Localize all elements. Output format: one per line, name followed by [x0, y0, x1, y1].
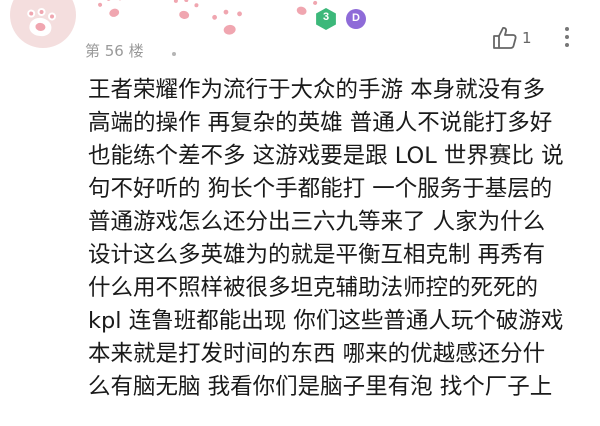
- like-count: 1: [522, 29, 532, 47]
- comment-body: 王者荣耀作为流行于大众的手游 本身就没有多 高端的操作 再复杂的英雄 普通人不说…: [88, 74, 588, 404]
- comment-line: 么有脑无脑 我看你们是脑子里有泡 找个厂子上: [88, 374, 553, 400]
- comment-line: 什么用不照样被很多坦克辅助法师控的死死的: [88, 275, 539, 301]
- vip-mark: D: [352, 12, 360, 24]
- comment-line: 句不好听的 狗长个手都能打 一个服务于基层的: [88, 176, 553, 202]
- more-vertical-icon: [565, 27, 569, 31]
- separator-dot: [172, 52, 176, 56]
- more-vertical-icon: [565, 35, 569, 39]
- paw-icon: [92, 0, 134, 29]
- comment-line: kpl 连鲁班都能出现 你们这些普通人玩个破游戏: [88, 308, 564, 334]
- paw-icon: [22, 6, 60, 40]
- level-badge: 3: [315, 8, 337, 30]
- floor-label: 第 56 楼: [85, 42, 144, 60]
- paw-icon: [165, 0, 204, 29]
- comment-line: 设计这么多英雄为的就是平衡互相克制 再秀有: [88, 242, 546, 268]
- level-number: 3: [322, 11, 330, 23]
- comment-line: 高端的操作 再复杂的英雄 普通人不说能打多好: [88, 110, 553, 136]
- comment-line: 普通游戏怎么还分出三六九等来了 人家为什么: [88, 209, 546, 235]
- vip-badge: D: [346, 9, 366, 29]
- more-menu-button[interactable]: [558, 24, 576, 50]
- comment-line: 本来就是打发时间的东西 哪来的优越感还分什: [88, 341, 546, 367]
- thumbs-up-icon: [493, 27, 517, 49]
- comment-header: 3 D 第 56 楼 1: [0, 0, 600, 70]
- more-vertical-icon: [565, 43, 569, 47]
- paw-icon: [206, 4, 251, 45]
- comment-line: 王者荣耀作为流行于大众的手游 本身就没有多: [88, 77, 546, 103]
- comment-line: 也能练个差不多 这游戏要是跟 LOL 世界赛比 说: [88, 143, 564, 169]
- like-button[interactable]: 1: [492, 26, 538, 52]
